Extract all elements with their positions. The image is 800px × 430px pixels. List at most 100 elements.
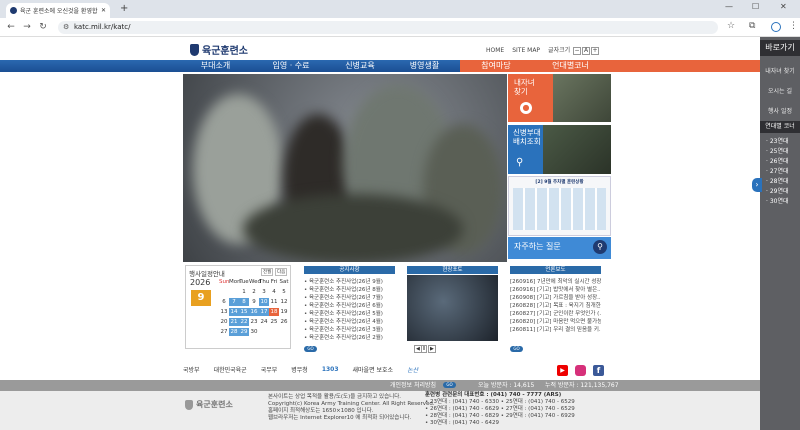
font-reset-button[interactable]: A <box>582 47 591 55</box>
press-title[interactable]: 언론보도 <box>510 266 601 274</box>
calendar-day[interactable]: 29 <box>239 328 249 336</box>
menu-icon[interactable]: ⋮ <box>789 21 798 31</box>
notice-item[interactable]: • 육군훈련소 추진사업(26년 5월) <box>304 310 395 318</box>
regiment-link[interactable]: · 28연대 <box>766 177 789 187</box>
regiment-link[interactable]: · 27연대 <box>766 167 789 177</box>
calendar-day[interactable]: 14 <box>229 308 239 316</box>
regiment-link[interactable]: · 30연대 <box>766 197 789 207</box>
back-icon[interactable]: ← <box>4 20 18 34</box>
calendar-next-button[interactable]: 다음 <box>275 268 288 276</box>
quick-menu-link[interactable]: 내자녀 찾기 <box>760 62 800 82</box>
sitemap-link[interactable]: SITE MAP <box>512 47 540 54</box>
unit-placement-banner[interactable]: 신병부대 배치조회 ⚲ <box>508 125 611 174</box>
notice-item[interactable]: • 육군훈련소 추진사업(26년 9월) <box>304 278 395 286</box>
calendar-day[interactable]: 8 <box>239 298 249 306</box>
press-item[interactable]: [260827] [기고] 군인이란 무엇인가 (... <box>510 310 601 318</box>
notice-item[interactable]: • 육군훈련소 추진사업(26년 2월) <box>304 334 395 342</box>
url-input[interactable]: katc.mil.kr/katc/ <box>58 21 718 34</box>
forward-icon[interactable]: → <box>20 20 34 34</box>
calendar-prev-button[interactable]: 전월 <box>261 268 274 276</box>
calendar-day[interactable]: 2 <box>249 288 259 296</box>
partner-shelter[interactable]: 새마을면 보호소 <box>353 365 394 374</box>
press-item[interactable]: [260916] [기고] 밥맛에서 찾아 별은... <box>510 286 601 294</box>
notice-item[interactable]: • 육군훈련소 추진사업(26년 4월) <box>304 318 395 326</box>
notice-item[interactable]: • 육군훈련소 추진사업(26년 6월) <box>304 302 395 310</box>
calendar-day[interactable]: 24 <box>259 318 269 326</box>
calendar-day[interactable]: 16 <box>249 308 259 316</box>
partner-mma[interactable]: 병무청 <box>291 365 308 374</box>
regiment-link[interactable]: · 23연대 <box>766 137 789 147</box>
calendar-day[interactable]: 12 <box>279 298 289 306</box>
notice-title[interactable]: 공지사항 <box>304 266 395 274</box>
field-photo[interactable] <box>407 275 498 341</box>
find-my-child-banner[interactable]: 내자녀 찾기 ● <box>508 74 611 122</box>
calendar-day[interactable]: 26 <box>279 318 289 326</box>
calendar-day[interactable]: 28 <box>229 328 239 336</box>
profile-icon[interactable] <box>771 22 781 32</box>
calendar-day[interactable]: 7 <box>229 298 239 306</box>
notice-go-button[interactable]: GO <box>304 346 317 352</box>
browser-tab[interactable]: 육군 훈련소에 오신것을 환영합니다 ✕ <box>6 3 110 18</box>
close-tab-icon[interactable]: ✕ <box>101 7 106 14</box>
privacy-policy-link[interactable]: 개인정보 처리방침 <box>390 380 436 391</box>
press-item[interactable]: [260908] [기고] 가르침을 받아 성장... <box>510 294 601 302</box>
field-photo-title[interactable]: 현장포토 <box>407 266 498 274</box>
nav-participation[interactable]: 참여마당 <box>466 60 526 72</box>
maximize-icon[interactable]: ☐ <box>752 2 759 11</box>
calendar-day[interactable]: 22 <box>239 318 249 326</box>
calendar-day[interactable]: 20 <box>219 318 229 326</box>
calendar-day[interactable]: 3 <box>259 288 269 296</box>
reload-icon[interactable]: ↻ <box>36 20 50 34</box>
nav-training[interactable]: 신병교육 <box>330 60 390 72</box>
nav-enlistment[interactable]: 입영 · 수료 <box>256 60 326 72</box>
regiment-link[interactable]: · 25연대 <box>766 147 789 157</box>
bookmark-star-icon[interactable]: ☆ <box>727 21 735 31</box>
calendar-day[interactable]: 6 <box>219 298 229 306</box>
press-item[interactable]: [260820] [기고] 마음만 먹으면 불가능... <box>510 318 601 326</box>
regiment-link[interactable]: · 26연대 <box>766 157 789 167</box>
regiment-link[interactable]: · 29연대 <box>766 187 789 197</box>
new-tab-button[interactable]: + <box>120 3 128 14</box>
notice-item[interactable]: • 육군훈련소 추진사업(26년 3월) <box>304 326 395 334</box>
calendar-day[interactable]: 27 <box>219 328 229 336</box>
notice-item[interactable]: • 육군훈련소 추진사업(26년 7월) <box>304 294 395 302</box>
calendar-day[interactable]: 30 <box>249 328 259 336</box>
calendar-day[interactable]: 21 <box>229 318 239 326</box>
home-link[interactable]: HOME <box>486 47 504 54</box>
nav-about[interactable]: 부대소개 <box>183 60 248 72</box>
field-photo-pause-button[interactable]: Ⅱ <box>421 345 428 353</box>
calendar-day[interactable]: 13 <box>219 308 229 316</box>
press-item[interactable]: [260811] [기고] 우리 결의 믿음을 키... <box>510 326 601 334</box>
privacy-go-button[interactable]: GO <box>443 382 456 388</box>
field-photo-next-button[interactable]: ▶ <box>428 345 436 353</box>
calendar-day[interactable]: 10 <box>259 298 269 306</box>
press-item[interactable]: [260828] [기고] 목표 : 육지기 침개한... <box>510 302 601 310</box>
partner-1303[interactable]: 1303 <box>322 366 339 373</box>
calendar-day[interactable]: 15 <box>239 308 249 316</box>
calendar-day[interactable]: 23 <box>249 318 259 326</box>
press-go-button[interactable]: GO <box>510 346 523 352</box>
instagram-icon[interactable] <box>575 365 586 376</box>
partner-army[interactable]: 대한민국육군 <box>214 365 247 374</box>
calendar-day[interactable]: 11 <box>269 298 279 306</box>
partner-gov[interactable]: 국무부 <box>261 365 278 374</box>
calendar-day[interactable]: 17 <box>259 308 269 316</box>
facebook-icon[interactable]: f <box>593 365 604 376</box>
notice-item[interactable]: • 육군훈련소 추진사업(26년 8월) <box>304 286 395 294</box>
extensions-icon[interactable]: ⧉ <box>749 21 755 31</box>
nav-regiment-corner[interactable]: 언대별코너 <box>538 60 603 72</box>
nav-barracks[interactable]: 병영생활 <box>392 60 457 72</box>
quick-menu-toggle-icon[interactable]: › <box>752 178 762 192</box>
partner-mnd[interactable]: 국방부 <box>183 365 200 374</box>
press-item[interactable]: [260916] 7년만에 최악의 실시간 성장... <box>510 278 601 286</box>
quick-menu-link[interactable]: 행사 일정 <box>760 102 800 122</box>
calendar-day[interactable]: 1 <box>239 288 249 296</box>
calendar-day[interactable]: 18 <box>269 308 279 316</box>
youtube-icon[interactable]: ▶ <box>557 365 568 376</box>
font-smaller-button[interactable]: − <box>573 47 582 55</box>
calendar-day[interactable]: 19 <box>279 308 289 316</box>
font-larger-button[interactable]: + <box>591 47 600 55</box>
window-close-icon[interactable]: ✕ <box>780 2 787 11</box>
minimize-icon[interactable]: — <box>725 2 733 11</box>
calendar-day[interactable]: 9 <box>249 298 259 306</box>
